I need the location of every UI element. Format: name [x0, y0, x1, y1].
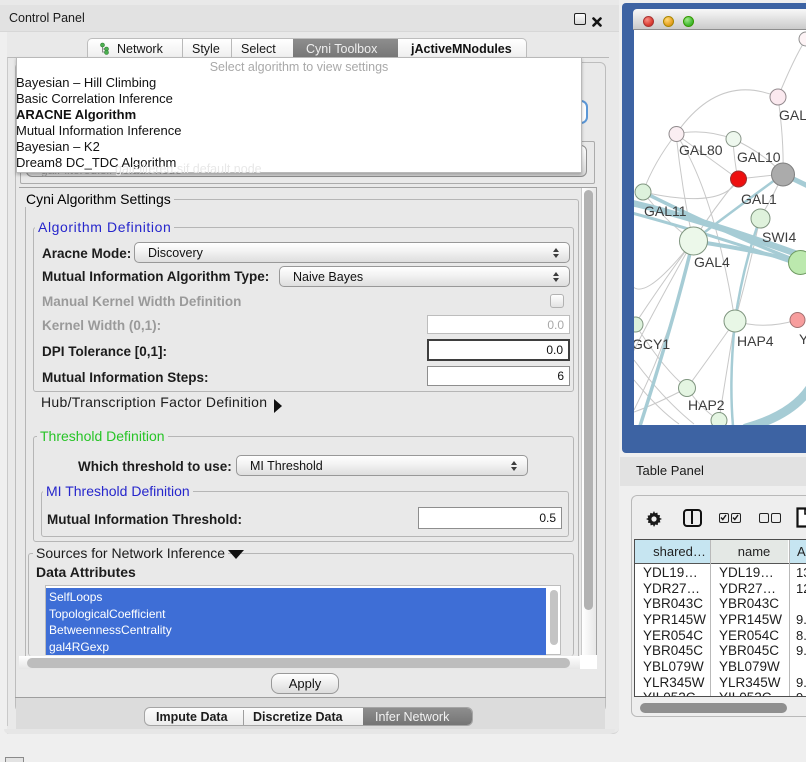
svg-text:GAL7: GAL7	[779, 107, 806, 123]
svg-text:SWI4: SWI4	[762, 229, 796, 245]
svg-text:HAP4: HAP4	[737, 333, 774, 349]
svg-text:GAL4: GAL4	[694, 254, 730, 270]
svg-text:GCY1: GCY1	[634, 336, 670, 352]
svg-text:GAL1: GAL1	[741, 191, 777, 207]
svg-text:GAL11: GAL11	[644, 203, 687, 219]
svg-text:YJ: YJ	[799, 331, 806, 347]
svg-text:HAP2: HAP2	[688, 397, 725, 413]
svg-text:GAL80: GAL80	[679, 142, 723, 158]
svg-text:GAL10: GAL10	[737, 149, 781, 165]
